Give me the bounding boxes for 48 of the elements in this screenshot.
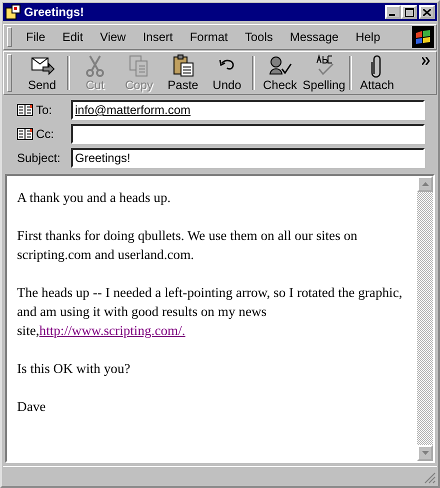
toolbar-button[interactable]: Send — [20, 54, 64, 92]
address-book-icon[interactable] — [17, 128, 33, 140]
resize-grip-icon[interactable] — [424, 472, 436, 484]
scroll-up-button[interactable] — [417, 176, 433, 192]
menu-item[interactable]: Message — [284, 30, 345, 44]
toolbar-button[interactable]: Undo — [205, 54, 249, 92]
menu-item[interactable]: Tools — [238, 30, 279, 44]
minimize-button[interactable] — [385, 5, 401, 19]
menu-item[interactable]: View — [94, 30, 132, 44]
toolbar-button[interactable]: Paste — [161, 54, 205, 92]
message-paragraph: A thank you and a heads up. — [17, 189, 172, 207]
window-logo-icon — [412, 26, 434, 48]
field-label: To: — [36, 103, 52, 117]
link[interactable]: http://www.scripting.com/. — [39, 323, 186, 338]
menu-item[interactable]: Help — [350, 30, 386, 44]
window-title: Greetings! — [24, 5, 86, 19]
menu-item[interactable]: Insert — [136, 30, 179, 44]
up-arrow-icon — [422, 182, 428, 186]
toolbar-grip — [7, 54, 12, 92]
letter-icon — [5, 4, 21, 20]
down-arrow-icon — [422, 451, 428, 455]
toolbar-button[interactable]: Check — [258, 54, 302, 92]
maximize-icon — [404, 8, 414, 16]
toolbar-button[interactable]: Attach — [355, 54, 399, 92]
input-field[interactable]: info@matterform.com — [71, 100, 425, 120]
menu-item[interactable]: Edit — [56, 30, 90, 44]
menu-item[interactable]: Format — [184, 30, 234, 44]
maximize-button[interactable] — [401, 5, 417, 19]
scroll-down-button[interactable] — [417, 445, 433, 461]
input-field[interactable] — [71, 124, 425, 144]
toolbar-separator — [252, 56, 255, 90]
menu-item[interactable]: File — [20, 30, 52, 44]
field-label: Cc: — [36, 127, 54, 141]
chevron-icon[interactable] — [422, 57, 432, 65]
close-icon — [423, 8, 431, 16]
message-paragraph: Is this OK with you? — [17, 360, 132, 378]
close-button[interactable] — [419, 5, 435, 19]
message-paragraph: Dave — [17, 398, 47, 416]
vertical-scrollbar[interactable] — [417, 176, 433, 461]
input-field[interactable]: Greetings! — [71, 148, 425, 168]
toolbar-button[interactable]: Spelling — [302, 54, 346, 92]
toolbar-separator — [67, 56, 70, 90]
message-paragraph: First thanks for doing qbullets. We use them on all our sites on scripting.com and userland.com. — [17, 227, 358, 264]
menu-grip — [7, 27, 12, 47]
toolbar-separator — [349, 56, 352, 90]
message-paragraph: The heads up -- I needed a left-pointing arrow, so I rotated the graphic, and am using it with good results on my news site,http://www.scripting.com/. — [17, 284, 404, 340]
field-label: Subject: — [17, 151, 60, 165]
address-book-icon[interactable] — [17, 104, 33, 116]
